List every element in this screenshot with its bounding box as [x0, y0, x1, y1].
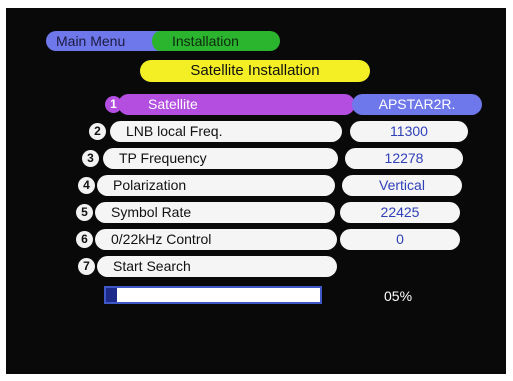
search-progress-bar: [104, 286, 322, 304]
lnb-local-freq-value[interactable]: 11300: [350, 121, 468, 142]
22khz-control-label[interactable]: 0/22kHz Control: [95, 229, 337, 250]
menu-row-symbol-rate[interactable]: 5 Symbol Rate 22425: [0, 202, 513, 224]
row-number-badge: 7: [78, 258, 95, 275]
menu-row-satellite[interactable]: 1 Satellite APSTAR2R.: [0, 94, 513, 116]
installation-tab[interactable]: Installation: [150, 31, 280, 51]
search-progress-fill: [106, 288, 117, 302]
polarization-label[interactable]: Polarization: [97, 175, 335, 196]
menu-row-polarization[interactable]: 4 Polarization Vertical: [0, 175, 513, 197]
lnb-local-freq-label[interactable]: LNB local Freq.: [110, 121, 342, 142]
symbol-rate-label[interactable]: Symbol Rate: [95, 202, 335, 223]
symbol-rate-value[interactable]: 22425: [340, 202, 460, 223]
tp-frequency-value[interactable]: 12278: [345, 148, 463, 169]
22khz-control-value[interactable]: 0: [340, 229, 460, 250]
menu-row-start-search[interactable]: 7 Start Search: [0, 256, 513, 278]
row-number-badge: 6: [76, 231, 93, 248]
satellite-value[interactable]: APSTAR2R.: [352, 94, 482, 115]
row-number-badge: 4: [78, 177, 95, 194]
row-number-badge: 3: [82, 150, 99, 167]
satellite-label[interactable]: Satellite: [118, 94, 355, 115]
menu-row-22khz-control[interactable]: 6 0/22kHz Control 0: [0, 229, 513, 251]
row-number-badge: 2: [89, 123, 106, 140]
row-number-badge: 5: [76, 204, 93, 221]
menu-row-tp-frequency[interactable]: 3 TP Frequency 12278: [0, 148, 513, 170]
start-search-button[interactable]: Start Search: [97, 256, 337, 277]
polarization-value[interactable]: Vertical: [342, 175, 462, 196]
page-title: Satellite Installation: [140, 60, 370, 82]
search-progress-percent: 05%: [384, 288, 413, 304]
menu-row-lnb-local-freq[interactable]: 2 LNB local Freq. 11300: [0, 121, 513, 143]
tp-frequency-label[interactable]: TP Frequency: [103, 148, 338, 169]
